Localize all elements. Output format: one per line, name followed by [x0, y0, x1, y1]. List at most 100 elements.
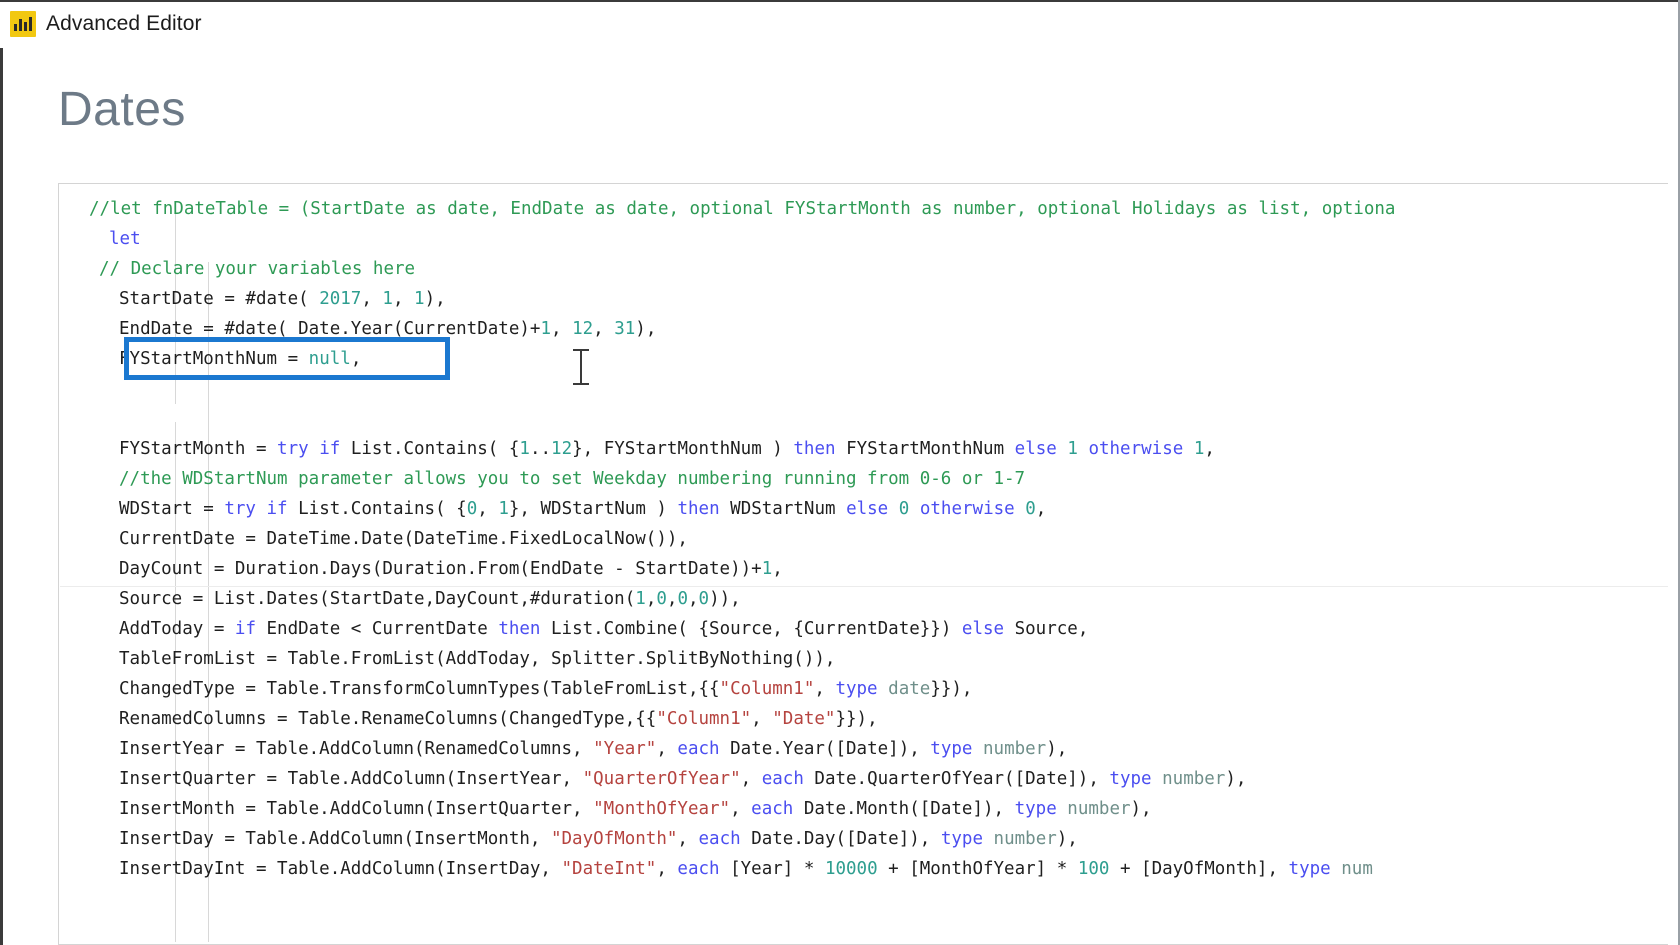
- code-line[interactable]: Source = List.Dates(StartDate,DayCount,#…: [59, 584, 1395, 614]
- code-token: InsertDay = Table.AddColumn(InsertMonth,: [119, 829, 551, 849]
- code-token: ,: [361, 289, 383, 309]
- code-token: "MonthOfYear": [593, 799, 731, 819]
- code-token: + [MonthOfYear] *: [877, 859, 1078, 879]
- code-token: 1: [414, 289, 425, 309]
- code-token: ,: [1204, 439, 1215, 459]
- code-line[interactable]: StartDate = #date( 2017, 1, 1),: [59, 284, 1395, 314]
- code-token: each: [761, 769, 804, 789]
- code-line[interactable]: [59, 374, 1395, 404]
- code-line[interactable]: InsertDay = Table.AddColumn(InsertMonth,…: [59, 824, 1395, 854]
- code-line[interactable]: //the WDStartNum parameter allows you to…: [59, 464, 1395, 494]
- code-token: ),: [635, 319, 657, 339]
- code-line[interactable]: RenamedColumns = Table.RenameColumns(Cha…: [59, 704, 1395, 734]
- code-line[interactable]: [59, 404, 1395, 434]
- code-token: 0: [677, 589, 688, 609]
- code-token: EndDate = #date( Date.Year(CurrentDate)+: [119, 319, 541, 339]
- code-token: if: [319, 439, 341, 459]
- code-line[interactable]: FYStartMonthNum = null,: [59, 344, 1395, 374]
- code-token: number: [993, 829, 1057, 849]
- code-line[interactable]: ChangedType = Table.TransformColumnTypes…: [59, 674, 1395, 704]
- code-token: let: [109, 229, 141, 249]
- code-line[interactable]: InsertDayInt = Table.AddColumn(InsertDay…: [59, 854, 1395, 884]
- code-lines[interactable]: //let fnDateTable = (StartDate as date, …: [59, 184, 1395, 884]
- code-line[interactable]: //let fnDateTable = (StartDate as date, …: [59, 194, 1395, 224]
- code-token: then: [677, 499, 720, 519]
- code-token: type: [835, 679, 878, 699]
- code-token: ,: [550, 319, 573, 339]
- code-token: date: [888, 679, 931, 699]
- code-token: ),: [1130, 799, 1152, 819]
- code-token: 1: [540, 319, 551, 339]
- code-token: else: [961, 619, 1005, 639]
- code-token: otherwise: [1088, 439, 1184, 459]
- code-token: 12: [551, 439, 573, 459]
- code-token: List.Combine( {Source, {CurrentDate}}): [540, 619, 962, 639]
- code-token: InsertMonth = Table.AddColumn(InsertQuar…: [119, 799, 594, 819]
- code-token: + [DayOfMonth],: [1109, 859, 1289, 879]
- code-token: type: [930, 739, 973, 759]
- code-token: ,: [688, 589, 699, 609]
- code-token: ,: [645, 589, 657, 609]
- code-token: DayCount = Duration.Days(Duration.From(E…: [119, 559, 762, 579]
- code-token: 10000: [824, 859, 878, 879]
- code-token: if: [266, 499, 288, 519]
- code-token: ,: [677, 829, 699, 849]
- code-line[interactable]: AddToday = if EndDate < CurrentDate then…: [59, 614, 1395, 644]
- code-token: ,: [350, 349, 362, 369]
- code-token: ,: [656, 859, 678, 879]
- code-token: ),: [1225, 769, 1247, 789]
- code-token: }, WDStartNum ): [508, 499, 678, 519]
- code-token: 0: [466, 499, 478, 519]
- code-token: Date.Month([Date]),: [793, 799, 1015, 819]
- code-token: 1: [1067, 439, 1078, 459]
- code-token: 1: [761, 559, 773, 579]
- code-token: Date.Year([Date]),: [719, 739, 931, 759]
- code-token: number: [1162, 769, 1226, 789]
- advanced-editor-code-area[interactable]: //let fnDateTable = (StartDate as date, …: [58, 183, 1668, 945]
- code-token: "Column1": [719, 679, 815, 699]
- code-line[interactable]: InsertMonth = Table.AddColumn(InsertQuar…: [59, 794, 1395, 824]
- code-token: }, FYStartMonthNum ): [572, 439, 794, 459]
- code-token: WDStartNum: [719, 499, 847, 519]
- code-line[interactable]: InsertQuarter = Table.AddColumn(InsertYe…: [59, 764, 1395, 794]
- code-token: each: [698, 829, 741, 849]
- code-token: 0: [698, 589, 710, 609]
- code-line[interactable]: TableFromList = Table.FromList(AddToday,…: [59, 644, 1395, 674]
- code-token: type: [1109, 769, 1152, 789]
- code-token: try: [224, 499, 256, 519]
- code-line[interactable]: // Declare your variables here: [59, 254, 1395, 284]
- code-line[interactable]: CurrentDate = DateTime.Date(DateTime.Fix…: [59, 524, 1395, 554]
- code-line[interactable]: InsertYear = Table.AddColumn(RenamedColu…: [59, 734, 1395, 764]
- code-line[interactable]: let: [59, 224, 1395, 254]
- code-token: ,: [751, 709, 773, 729]
- code-token: FYStartMonthNum =: [119, 349, 309, 369]
- code-token: InsertYear = Table.AddColumn(RenamedColu…: [119, 739, 594, 759]
- code-token: then: [793, 439, 836, 459]
- code-token: List.Contains( {: [287, 499, 467, 519]
- code-token: 1: [635, 589, 646, 609]
- code-token: otherwise: [919, 499, 1015, 519]
- code-token: each: [677, 739, 720, 759]
- code-line[interactable]: DayCount = Duration.Days(Duration.From(E…: [59, 554, 1395, 584]
- code-token: "QuarterOfYear": [582, 769, 741, 789]
- code-token: // Declare your variables here: [99, 259, 416, 279]
- code-token: ,: [730, 799, 752, 819]
- code-line[interactable]: WDStart = try if List.Contains( {0, 1}, …: [59, 494, 1395, 524]
- code-token: number: [983, 739, 1047, 759]
- code-line[interactable]: EndDate = #date( Date.Year(CurrentDate)+…: [59, 314, 1395, 344]
- code-token: type: [1014, 799, 1057, 819]
- code-token: 1: [1193, 439, 1205, 459]
- code-token: 12: [572, 319, 594, 339]
- code-line[interactable]: FYStartMonth = try if List.Contains( {1.…: [59, 434, 1395, 464]
- code-token: null: [308, 349, 351, 369]
- code-token: EndDate < CurrentDate: [255, 619, 499, 639]
- code-token: Date.QuarterOfYear([Date]),: [803, 769, 1110, 789]
- code-token: ),: [1046, 739, 1068, 759]
- power-bi-bars-icon: [10, 11, 36, 37]
